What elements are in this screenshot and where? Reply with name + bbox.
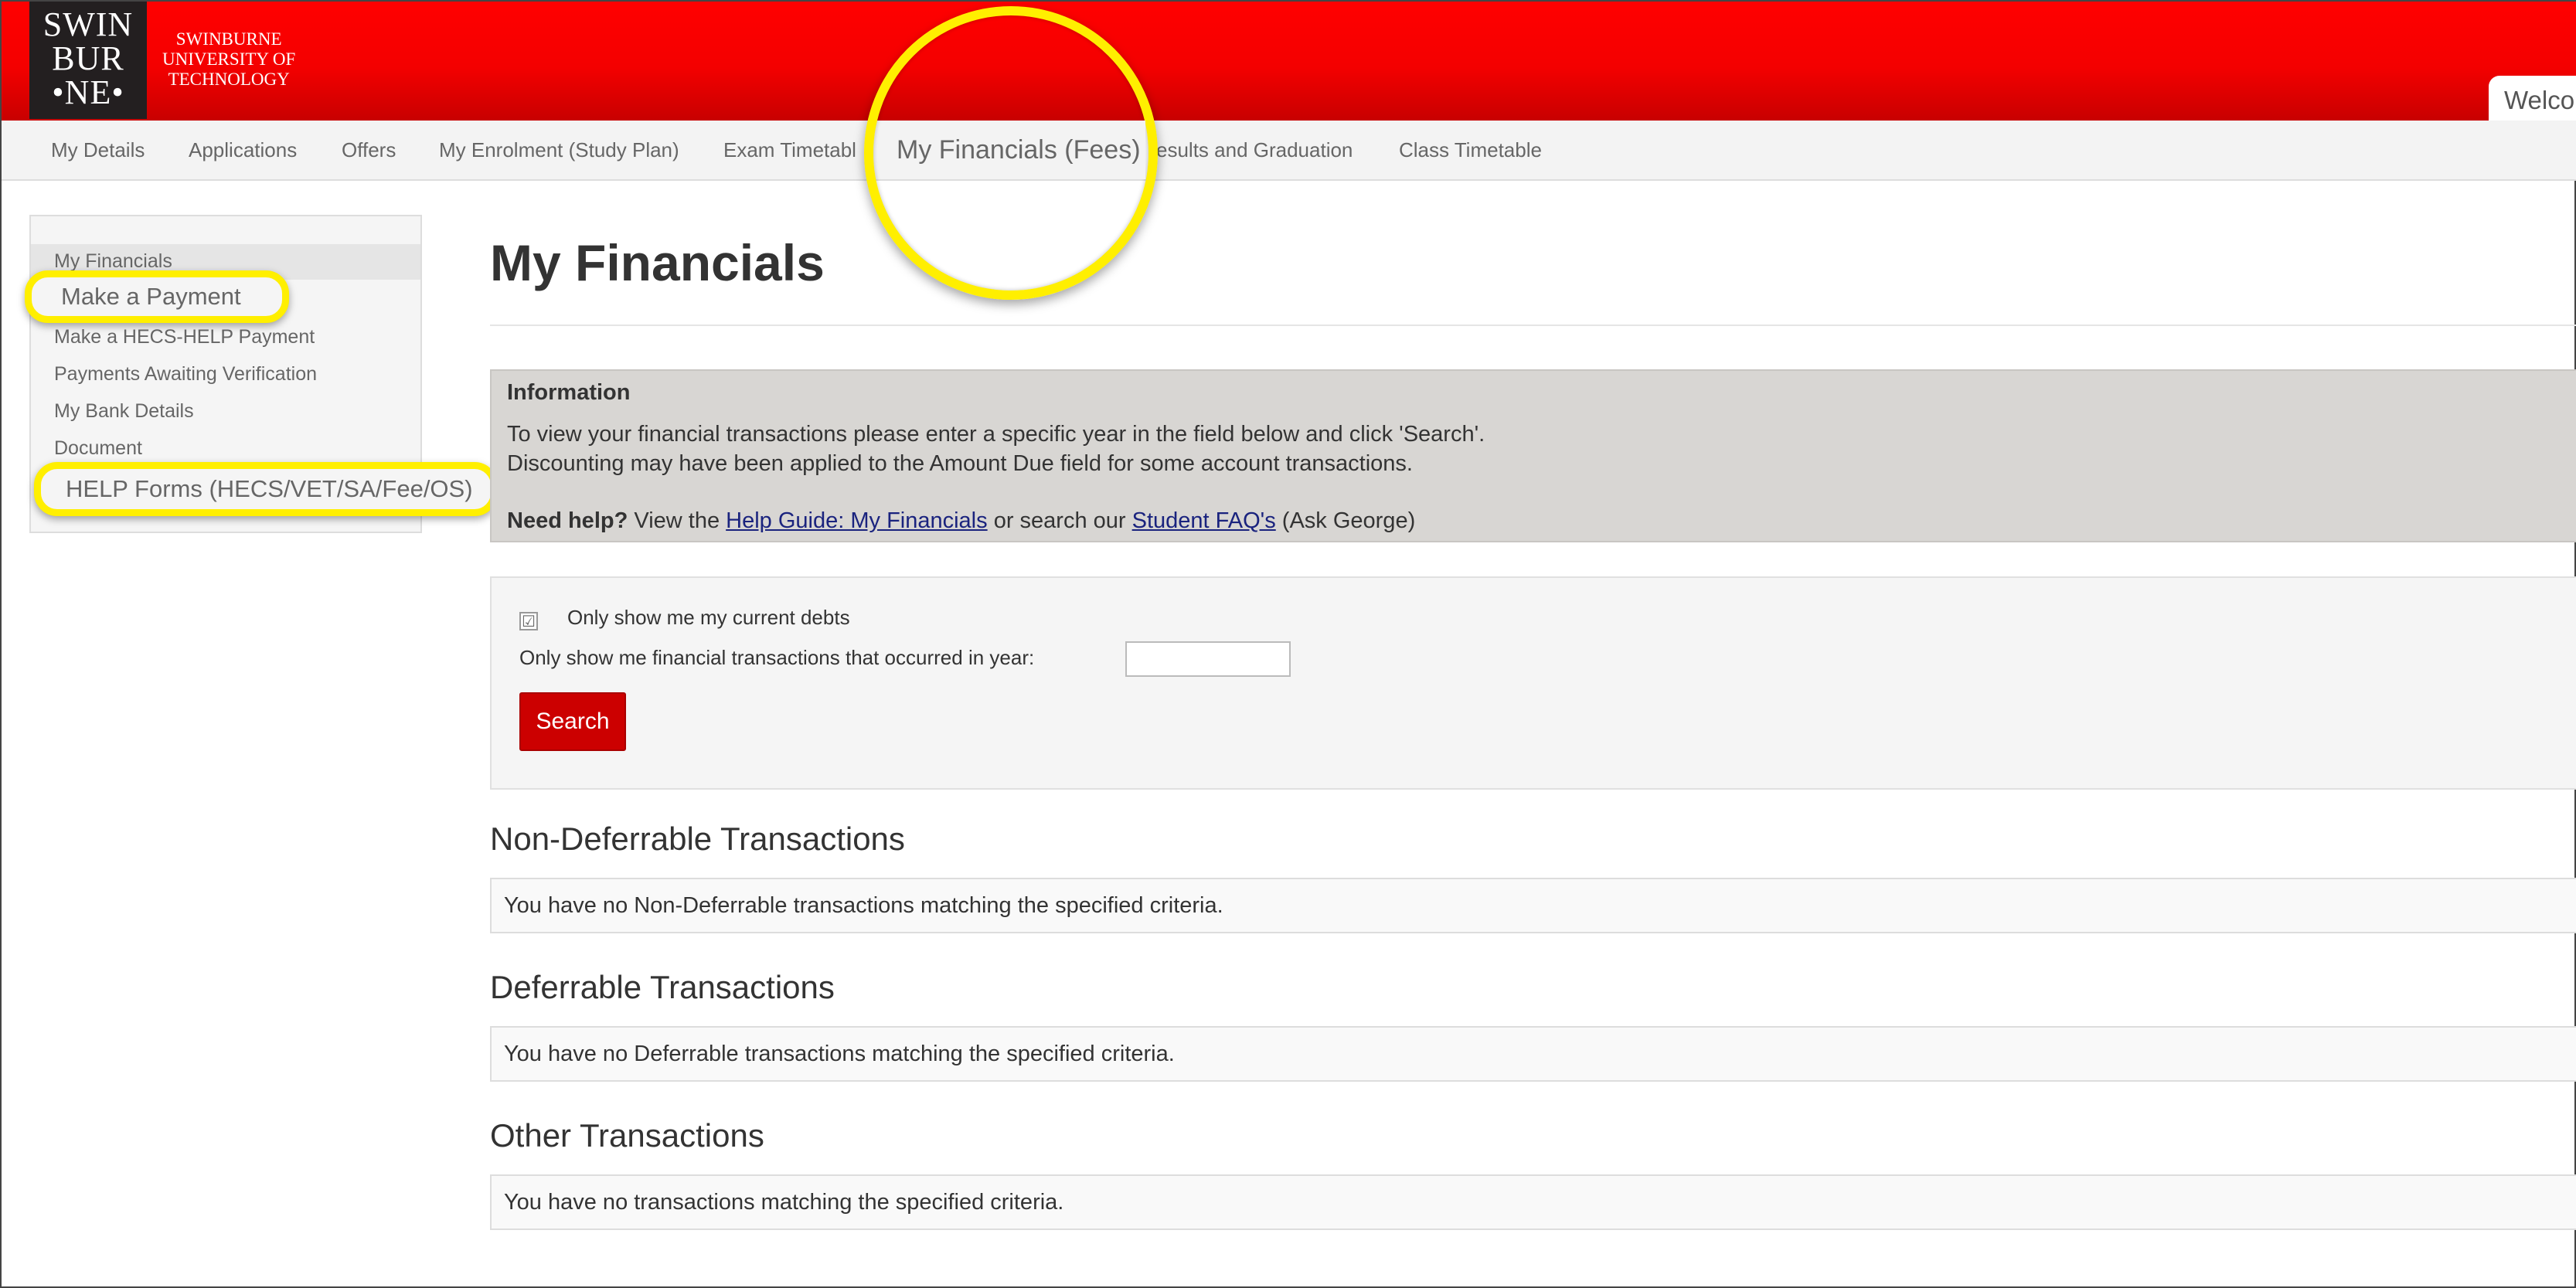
section-title-other: Other Transactions: [490, 1117, 764, 1154]
university-line: SWINBURNE: [175, 29, 282, 49]
divider: [490, 325, 2576, 326]
logo-line: SWIN: [43, 5, 134, 43]
sidebar-item-hecs-help-payment[interactable]: Make a HECS-HELP Payment: [54, 326, 315, 348]
nav-item-offers[interactable]: Offers: [342, 121, 396, 179]
page-title: My Financials: [490, 234, 825, 291]
nav-item-exam-timetable[interactable]: Exam Timetabl: [723, 121, 856, 179]
year-input[interactable]: [1125, 641, 1291, 677]
nav-item-my-details[interactable]: My Details: [51, 121, 145, 179]
section-message: You have no Deferrable transactions matc…: [490, 1026, 2576, 1082]
sidebar-item-payments-awaiting[interactable]: Payments Awaiting Verification: [54, 363, 317, 386]
info-line: To view your financial transactions plea…: [507, 422, 1485, 447]
current-debts-label: Only show me my current debts: [567, 606, 850, 629]
sidebar-item-help-forms[interactable]: HELP Forms (HECS/VET/SA/Fee/OS): [34, 462, 498, 516]
logo-line: •NE•: [52, 73, 124, 111]
sidebar-item-my-financials[interactable]: My Financials: [54, 250, 172, 273]
info-line: Discounting may have been applied to the…: [507, 451, 1413, 476]
need-help-label: Need help?: [507, 508, 628, 533]
university-line: TECHNOLOGY: [168, 70, 290, 89]
year-label: Only show me financial transactions that…: [519, 646, 1035, 669]
current-debts-checkbox[interactable]: ☑: [519, 612, 538, 630]
nav-item-results-graduation[interactable]: esults and Graduation: [1156, 121, 1353, 179]
section-title-deferrable: Deferrable Transactions: [490, 969, 835, 1005]
need-help-line: Need help? View the Help Guide: My Finan…: [507, 508, 1415, 534]
university-name: SWINBURNE UNIVERSITY OF TECHNOLOGY: [162, 29, 295, 90]
welcome-tab[interactable]: Welco: [2489, 76, 2576, 121]
search-button[interactable]: Search: [519, 692, 626, 751]
logo-line: BUR: [52, 39, 124, 77]
section-message: You have no transactions matching the sp…: [490, 1174, 2576, 1230]
nav-item-my-financials[interactable]: My Financials (Fees): [892, 121, 1145, 179]
section-message: You have no Non-Deferrable transactions …: [490, 878, 2576, 933]
nav-item-my-enrolment[interactable]: My Enrolment (Study Plan): [439, 121, 679, 179]
info-heading: Information: [507, 380, 631, 405]
sidebar-item-bank-details[interactable]: My Bank Details: [54, 400, 194, 423]
nav-item-applications[interactable]: Applications: [189, 121, 297, 179]
main-nav: My Details Applications Offers My Enrolm…: [2, 121, 2576, 181]
swinburne-logo[interactable]: SWIN BUR •NE•: [29, 2, 147, 119]
need-help-text: (Ask George): [1281, 508, 1416, 533]
nav-item-class-timetable[interactable]: Class Timetable: [1399, 121, 1542, 179]
site-header: SWIN BUR •NE• SWINBURNE UNIVERSITY OF TE…: [2, 2, 2576, 121]
need-help-text: or search our: [993, 508, 1126, 533]
sidebar-item-document[interactable]: Document: [54, 437, 142, 460]
sidebar-item-make-payment[interactable]: Make a Payment: [25, 270, 289, 323]
information-box: Information To view your financial trans…: [490, 369, 2576, 542]
filter-panel: ☑ Only show me my current debts Only sho…: [490, 576, 2576, 790]
section-title-non-deferrable: Non-Deferrable Transactions: [490, 821, 905, 857]
university-line: UNIVERSITY OF: [162, 49, 296, 69]
need-help-text: View the: [634, 508, 720, 533]
student-faq-link[interactable]: Student FAQ's: [1132, 508, 1276, 533]
help-guide-link[interactable]: Help Guide: My Financials: [726, 508, 987, 533]
